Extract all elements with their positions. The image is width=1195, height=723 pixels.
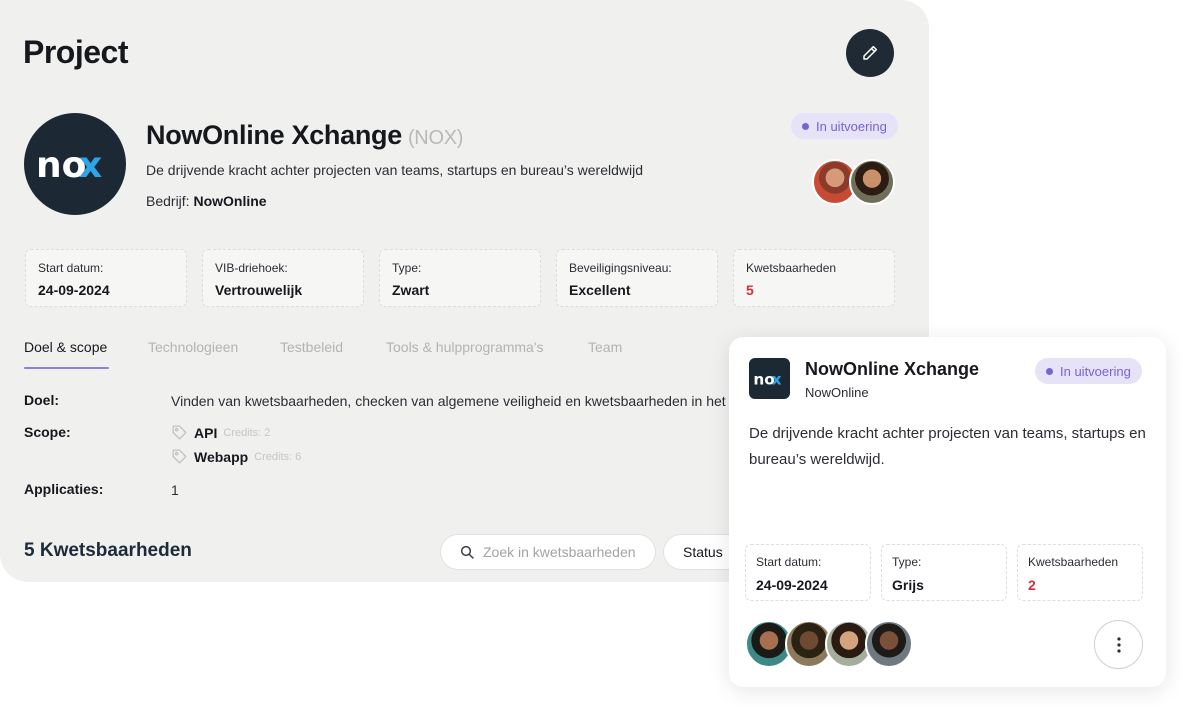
- scope-item-name: API: [194, 424, 218, 441]
- tag-icon: [172, 425, 187, 440]
- card-company: NowOnline: [805, 385, 869, 400]
- project-card-logo: no x: [749, 358, 790, 399]
- project-card[interactable]: no x NowOnline Xchange NowOnline In uitv…: [729, 337, 1166, 687]
- more-options-button[interactable]: [1094, 620, 1143, 669]
- info-label: Kwetsbaarheden: [746, 261, 837, 275]
- doel-value: Vinden van kwetsbaarheden, checken van a…: [171, 393, 726, 409]
- more-vertical-icon: [1116, 636, 1121, 653]
- tab-testbeleid[interactable]: Testbeleid: [280, 339, 343, 355]
- status-dot-icon: [1046, 367, 1053, 375]
- card-info-start-date: Start datum: 24-09-2024: [745, 544, 871, 601]
- scope-label: Scope:: [24, 424, 71, 440]
- company-name: NowOnline: [193, 193, 267, 209]
- project-code: (NOX): [407, 127, 464, 149]
- card-project-name: NowOnline Xchange: [805, 359, 980, 379]
- project-name-line: NowOnline Xchange (NOX): [146, 120, 463, 151]
- project-name: NowOnline Xchange: [146, 120, 402, 150]
- vulnerabilities-title: 5 Kwetsbaarheden: [24, 540, 192, 561]
- tab-team[interactable]: Team: [588, 339, 622, 355]
- tag-icon: [172, 449, 187, 464]
- info-label: Start datum:: [756, 555, 822, 569]
- info-value: 5: [746, 282, 754, 298]
- status-dot-icon: [802, 122, 809, 130]
- card-info-vulnerabilities: Kwetsbaarheden 2: [1017, 544, 1143, 601]
- doel-label: Doel:: [24, 392, 59, 408]
- tab-technologieen[interactable]: Technologieen: [148, 339, 238, 355]
- info-card-start-date: Start datum: 24-09-2024: [25, 249, 187, 307]
- card-info-type: Type: Grijs: [881, 544, 1007, 601]
- status-badge: In uitvoering: [1035, 358, 1142, 384]
- avatar[interactable]: [865, 620, 913, 668]
- info-value: 24-09-2024: [38, 282, 110, 298]
- info-card-vulnerabilities: Kwetsbaarheden 5: [733, 249, 895, 307]
- scope-item-name: Webapp: [194, 448, 249, 465]
- company-label: Bedrijf:: [146, 193, 190, 209]
- nox-logo: no x: [36, 145, 102, 184]
- tab-doel-scope[interactable]: Doel & scope: [24, 339, 107, 355]
- tab-tools[interactable]: Tools & hulpprogramma's: [386, 339, 544, 355]
- scope-item-api: API Credits: 2: [171, 424, 270, 441]
- search-box: [440, 534, 656, 570]
- project-company: Bedrijf: NowOnline: [146, 193, 267, 209]
- scope-item-webapp: Webapp Credits: 6: [171, 448, 301, 465]
- info-value: Vertrouwelijk: [215, 282, 303, 298]
- info-card-security-level: Beveiligingsniveau: Excellent: [556, 249, 718, 307]
- info-value: Zwart: [392, 282, 430, 298]
- search-input[interactable]: [483, 544, 643, 560]
- info-card-vib: VIB-driehoek: Vertrouwelijk: [202, 249, 364, 307]
- status-label: In uitvoering: [1060, 363, 1131, 379]
- info-value: Grijs: [892, 577, 924, 593]
- applicaties-value: 1: [171, 482, 179, 498]
- nox-logo-text-x: x: [771, 370, 781, 387]
- nox-logo-text-x: x: [79, 145, 102, 184]
- project-description: De drijvende kracht achter projecten van…: [146, 162, 643, 178]
- scope-item-credits: Credits: 2: [223, 426, 271, 439]
- scope-item-credits: Credits: 6: [254, 450, 302, 463]
- applicaties-label: Applicaties:: [24, 481, 104, 497]
- search-icon: [460, 545, 474, 559]
- status-badge: In uitvoering: [791, 113, 898, 139]
- page-title: Project: [23, 34, 128, 70]
- info-value: 24-09-2024: [756, 577, 828, 593]
- info-label: Start datum:: [38, 261, 104, 275]
- active-tab-indicator: [24, 367, 109, 369]
- avatar[interactable]: [849, 159, 895, 205]
- edit-project-button[interactable]: [846, 29, 894, 77]
- info-label: Type:: [392, 261, 422, 275]
- info-value: 2: [1028, 577, 1036, 593]
- info-label: VIB-driehoek:: [215, 261, 288, 275]
- pencil-icon: [863, 45, 878, 60]
- project-logo: no x: [24, 113, 126, 215]
- info-label: Type:: [892, 555, 922, 569]
- nox-logo: no x: [753, 370, 781, 387]
- info-label: Beveiligingsniveau:: [569, 261, 672, 275]
- info-label: Kwetsbaarheden: [1028, 555, 1119, 569]
- status-label: In uitvoering: [816, 118, 887, 134]
- info-card-type: Type: Zwart: [379, 249, 541, 307]
- card-description: De drijvende kracht achter projecten van…: [749, 425, 1146, 468]
- info-value: Excellent: [569, 282, 631, 298]
